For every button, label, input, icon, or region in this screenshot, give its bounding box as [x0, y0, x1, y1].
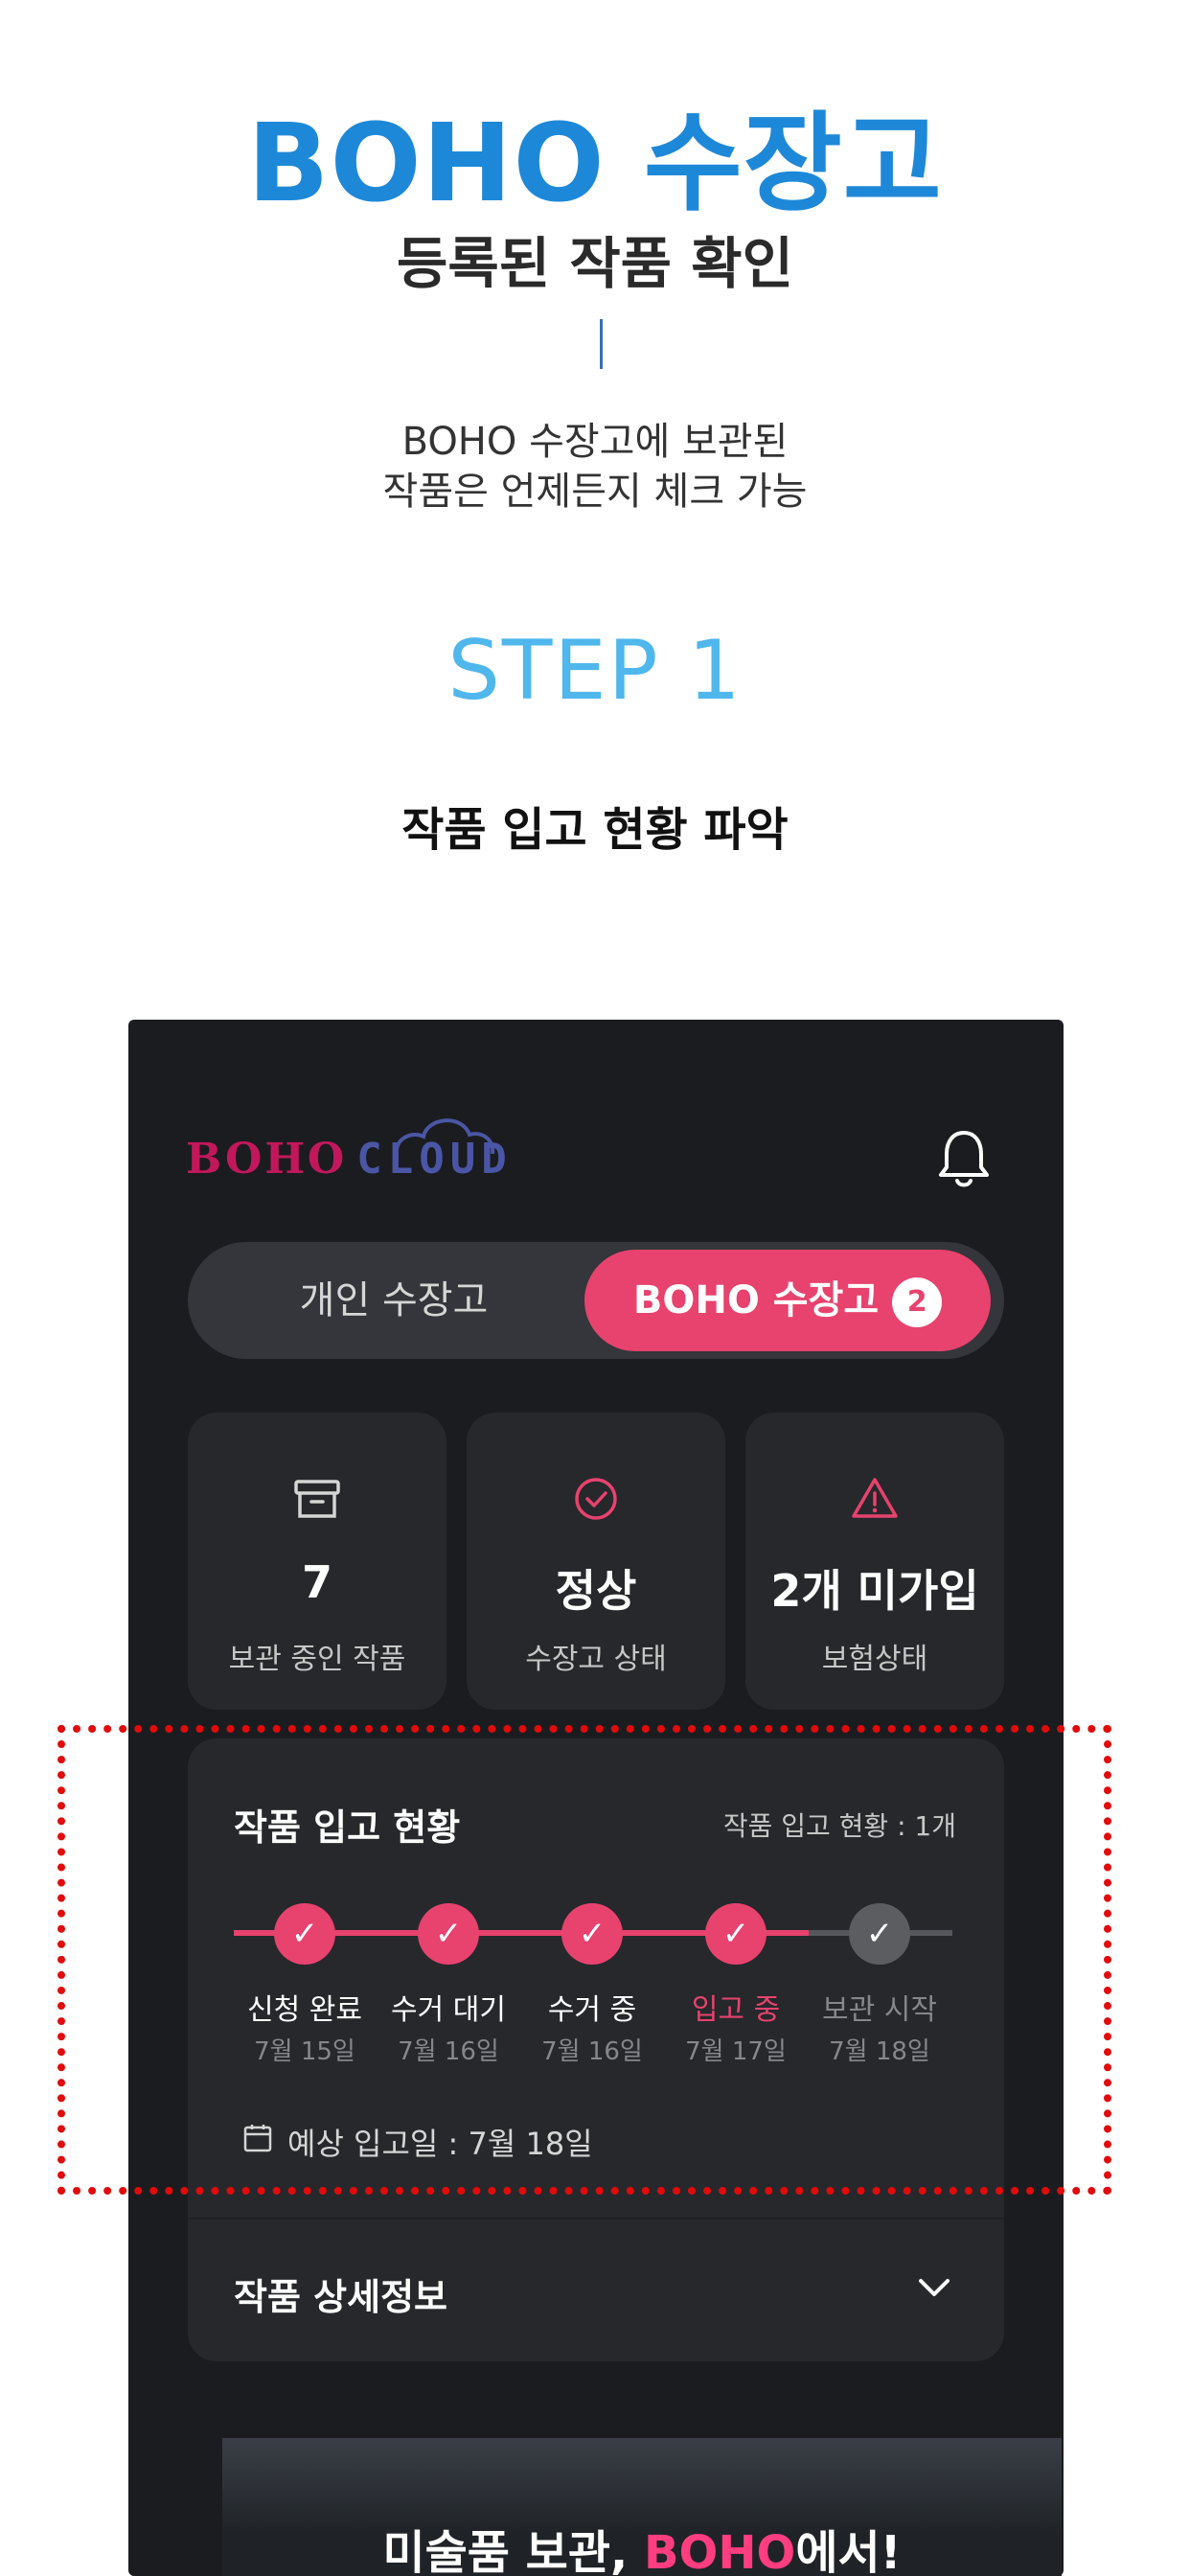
tab-personal-storage[interactable]: 개인 수장고	[188, 1242, 600, 1359]
banner-text: 미술품 보관, BOHO에서!	[222, 2515, 1062, 2576]
banner-text-brand: BOHO	[643, 2526, 796, 2576]
logo-boho-text: BOHO	[186, 1135, 348, 1184]
app-logo: BOHO CLOUD	[186, 1118, 513, 1211]
stat-card-stored-works[interactable]: 7 보관 중인 작품	[188, 1413, 446, 1710]
step-label: STEP 1	[447, 623, 743, 719]
chevron-down-icon[interactable]	[912, 2266, 956, 2310]
description-line-1: BOHO 수장고에 보관된	[401, 420, 789, 464]
stat-label: 보관 중인 작품	[228, 1643, 406, 1676]
brand-title: BOHO 수장고	[247, 102, 943, 226]
artwork-detail-toggle[interactable]: 작품 상세정보	[234, 2267, 447, 2320]
warning-triangle-icon	[852, 1478, 898, 1518]
section-subtitle: 등록된 작품 확인	[397, 231, 793, 296]
stat-value: 2개 미가입	[770, 1565, 979, 1617]
description-line-2: 작품은 언제든지 체크 가능	[382, 470, 808, 514]
divider-line	[600, 319, 603, 369]
cloud-outline-icon	[394, 1118, 495, 1155]
archive-box-icon	[294, 1480, 340, 1518]
highlight-box	[57, 1725, 1111, 2195]
stat-value: 정상	[555, 1565, 637, 1617]
stat-value: 7	[301, 1556, 332, 1608]
stat-card-insurance-status[interactable]: 2개 미가입 보험상태	[745, 1413, 1004, 1710]
step-description: 작품 입고 현황 파악	[401, 803, 789, 857]
count-badge: 2	[892, 1277, 943, 1327]
notification-bell-icon[interactable]	[935, 1125, 993, 1192]
promo-banner[interactable]: 미술품 보관, BOHO에서!	[222, 2438, 1062, 2576]
tab-boho-storage-label: BOHO 수장고	[632, 1278, 880, 1322]
stat-label: 수장고 상태	[525, 1643, 667, 1676]
section-divider	[188, 2218, 1004, 2220]
stat-label: 보험상태	[821, 1643, 928, 1676]
banner-text-prefix: 미술품 보관,	[382, 2526, 644, 2576]
check-circle-icon	[575, 1478, 617, 1520]
stat-card-storage-status[interactable]: 정상 수장고 상태	[467, 1413, 725, 1710]
storage-segment-control: 개인 수장고 BOHO 수장고 2	[188, 1242, 1004, 1359]
tab-boho-storage[interactable]: BOHO 수장고 2	[584, 1250, 991, 1351]
banner-text-suffix: 에서!	[795, 2526, 902, 2576]
